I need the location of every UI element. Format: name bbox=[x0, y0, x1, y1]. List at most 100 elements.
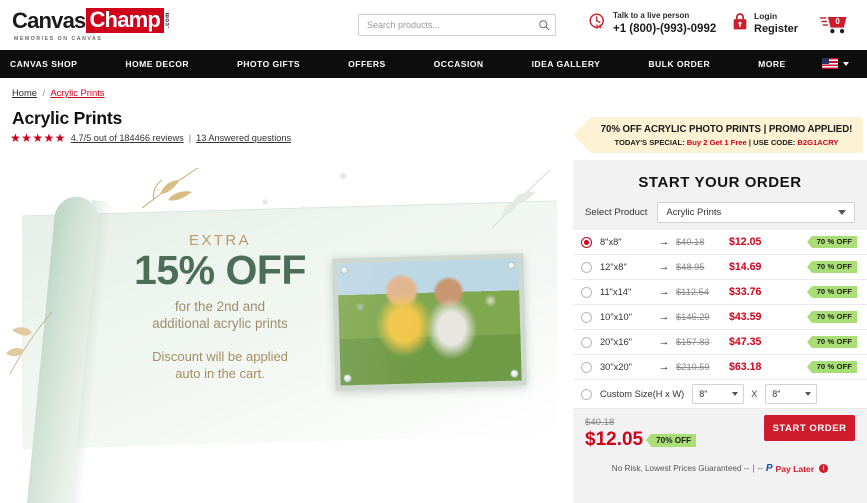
size-badge-text: 70 % OFF bbox=[811, 310, 857, 324]
promo-special-prefix: TODAY'S SPECIAL: bbox=[614, 137, 685, 147]
arrow-icon: → bbox=[658, 286, 670, 298]
nav-item-home-decor[interactable]: HOME DECOR bbox=[115, 59, 199, 69]
nav-item-occasion[interactable]: OCCASION bbox=[424, 59, 494, 69]
size-row-8x8[interactable]: 8"x8" → $40.18 $12.05 70 % OFF bbox=[573, 230, 867, 255]
size-row-20x16[interactable]: 20"x16" → $157.83 $47.35 70 % OFF bbox=[573, 330, 867, 355]
size-label: 8"x8" bbox=[600, 237, 622, 247]
hero-offer-text: EXTRA 15% OFF for the 2nd and additional… bbox=[105, 232, 335, 383]
breadcrumb-current[interactable]: Acrylic Prints bbox=[50, 87, 104, 98]
nav-item-offers[interactable]: OFFERS bbox=[338, 59, 396, 69]
hero-banner: EXTRA 15% OFF for the 2nd and additional… bbox=[0, 160, 572, 503]
size-badge-text: 70 % OFF bbox=[811, 235, 857, 249]
custom-width-value: 8" bbox=[772, 389, 781, 399]
custom-size-radio[interactable] bbox=[581, 388, 592, 400]
nav-item-photo-gifts[interactable]: PHOTO GIFTS bbox=[227, 59, 310, 69]
size-new-price: $33.76 bbox=[729, 286, 762, 298]
promo-offer-text: Buy 2 Get 1 Free bbox=[686, 137, 747, 147]
promo-tag: 70% OFF ACRYLIC PHOTO PRINTS | PROMO APP… bbox=[573, 117, 863, 153]
reviews-link[interactable]: 4.7/5 out of 184466 reviews bbox=[71, 133, 184, 143]
nav-item-canvas-shop[interactable]: CANVAS SHOP bbox=[0, 59, 87, 69]
size-radio-30x20[interactable] bbox=[581, 361, 592, 373]
login-link[interactable]: Login bbox=[754, 11, 798, 22]
guarantee-pipe: | bbox=[752, 464, 755, 473]
search-input[interactable] bbox=[359, 15, 533, 35]
search-box[interactable] bbox=[358, 14, 556, 36]
size-badge-text: 70 % OFF bbox=[811, 360, 857, 374]
hero-discount-value: 15% OFF bbox=[134, 247, 306, 293]
paypal-icon: P bbox=[765, 463, 773, 474]
hero-product-photo bbox=[332, 253, 527, 391]
nav-item-idea-gallery[interactable]: IDEA GALLERY bbox=[522, 59, 611, 69]
size-radio-11x14[interactable] bbox=[581, 286, 592, 298]
custom-size-row[interactable]: Custom Size(H x W) 8" X 8" bbox=[573, 380, 867, 409]
custom-size-x-separator: X bbox=[751, 389, 758, 399]
arrow-icon: → bbox=[658, 236, 670, 248]
size-old-price: $40.18 bbox=[676, 237, 705, 247]
size-radio-8x8[interactable] bbox=[581, 236, 592, 248]
start-order-button[interactable]: START ORDER bbox=[764, 415, 855, 441]
svg-text:24: 24 bbox=[595, 24, 602, 30]
hero-sub-line-2: additional acrylic prints bbox=[152, 315, 288, 331]
lock-icon bbox=[732, 12, 748, 36]
size-label: 20"x16" bbox=[600, 337, 632, 347]
size-badge-text: 70 % OFF bbox=[811, 335, 857, 349]
search-icon[interactable] bbox=[533, 19, 555, 31]
select-product-label: Select Product bbox=[585, 207, 648, 218]
total-new-price: $12.05 bbox=[585, 429, 644, 450]
size-radio-20x16[interactable] bbox=[581, 336, 592, 348]
size-row-30x20[interactable]: 30"x20" → $210.59 $63.18 70 % OFF bbox=[573, 355, 867, 380]
phone-number[interactable]: +1 (800)-(993)-0992 bbox=[613, 22, 716, 37]
chevron-down-icon bbox=[805, 392, 812, 396]
size-discount-badge: 70 % OFF bbox=[806, 235, 857, 249]
chevron-down-icon bbox=[843, 61, 849, 66]
custom-width-select[interactable]: 8" bbox=[765, 384, 818, 404]
size-radio-10x10[interactable] bbox=[581, 311, 592, 323]
size-old-price: $145.29 bbox=[676, 312, 710, 322]
locale-selector[interactable] bbox=[822, 58, 849, 69]
chevron-down-icon bbox=[838, 210, 846, 215]
size-row-12x8[interactable]: 12"x8" → $48.95 $14.69 70 % OFF bbox=[573, 255, 867, 280]
cart-icon[interactable]: 0 bbox=[820, 17, 850, 41]
size-option-list: 8"x8" → $40.18 $12.05 70 % OFF 12"x8" → … bbox=[573, 230, 867, 409]
hero-note-line-2: auto in the cart. bbox=[175, 366, 265, 382]
promo-tag-body: 70% OFF ACRYLIC PHOTO PRINTS | PROMO APP… bbox=[590, 117, 863, 153]
size-old-price: $210.59 bbox=[676, 362, 710, 372]
product-select-value: Acrylic Prints bbox=[666, 207, 722, 218]
size-radio-12x8[interactable] bbox=[581, 261, 592, 273]
product-select-dropdown[interactable]: Acrylic Prints bbox=[657, 202, 855, 223]
info-icon[interactable]: i bbox=[819, 464, 829, 473]
arrow-icon: → bbox=[658, 261, 670, 273]
logo-com-text: .com bbox=[165, 11, 172, 28]
account-menu[interactable]: Login Register bbox=[732, 11, 798, 37]
promo-divider: | USE CODE: bbox=[748, 137, 796, 147]
size-badge-text: 70 % OFF bbox=[811, 285, 857, 299]
size-old-price: $48.95 bbox=[676, 262, 705, 272]
us-flag-icon bbox=[822, 58, 838, 69]
nav-item-bulk-order[interactable]: BULK ORDER bbox=[638, 59, 720, 69]
nav-item-more[interactable]: MORE bbox=[748, 59, 796, 69]
arrow-icon: → bbox=[658, 361, 670, 373]
size-row-10x10[interactable]: 10"x10" → $145.29 $43.59 70 % OFF bbox=[573, 305, 867, 330]
size-discount-badge: 70 % OFF bbox=[806, 285, 857, 299]
size-label: 12"x8" bbox=[600, 262, 627, 272]
svg-text:0: 0 bbox=[835, 17, 840, 26]
pay-later-link[interactable]: Pay Later bbox=[775, 464, 814, 474]
size-row-11x14[interactable]: 11"x14" → $112.54 $33.76 70 % OFF bbox=[573, 280, 867, 305]
site-logo[interactable]: Canvas Champ .com MEMORIES ON CANVAS bbox=[8, 8, 193, 41]
custom-height-select[interactable]: 8" bbox=[692, 384, 745, 404]
breadcrumb-home[interactable]: Home bbox=[12, 87, 37, 98]
register-link[interactable]: Register bbox=[754, 22, 798, 37]
answered-questions-link[interactable]: 13 Answered questions bbox=[196, 133, 291, 143]
custom-height-value: 8" bbox=[699, 389, 708, 399]
arrow-icon: → bbox=[658, 336, 670, 348]
hero-sub-line-1: for the 2nd and bbox=[174, 298, 266, 314]
cart-button[interactable]: 0 bbox=[820, 13, 850, 42]
logo-tagline: MEMORIES ON CANVAS bbox=[14, 35, 103, 42]
phone-support[interactable]: 24 Talk to a live person +1 (800)-(993)-… bbox=[588, 11, 716, 37]
size-label: 10"x10" bbox=[600, 312, 632, 322]
size-label: 11"x14" bbox=[600, 287, 632, 297]
hero-note-line-1: Discount will be applied bbox=[152, 349, 288, 365]
breadcrumb: Home / Acrylic Prints bbox=[0, 78, 867, 98]
custom-size-label: Custom Size(H x W) bbox=[600, 389, 685, 399]
size-discount-badge: 70 % OFF bbox=[806, 335, 857, 349]
